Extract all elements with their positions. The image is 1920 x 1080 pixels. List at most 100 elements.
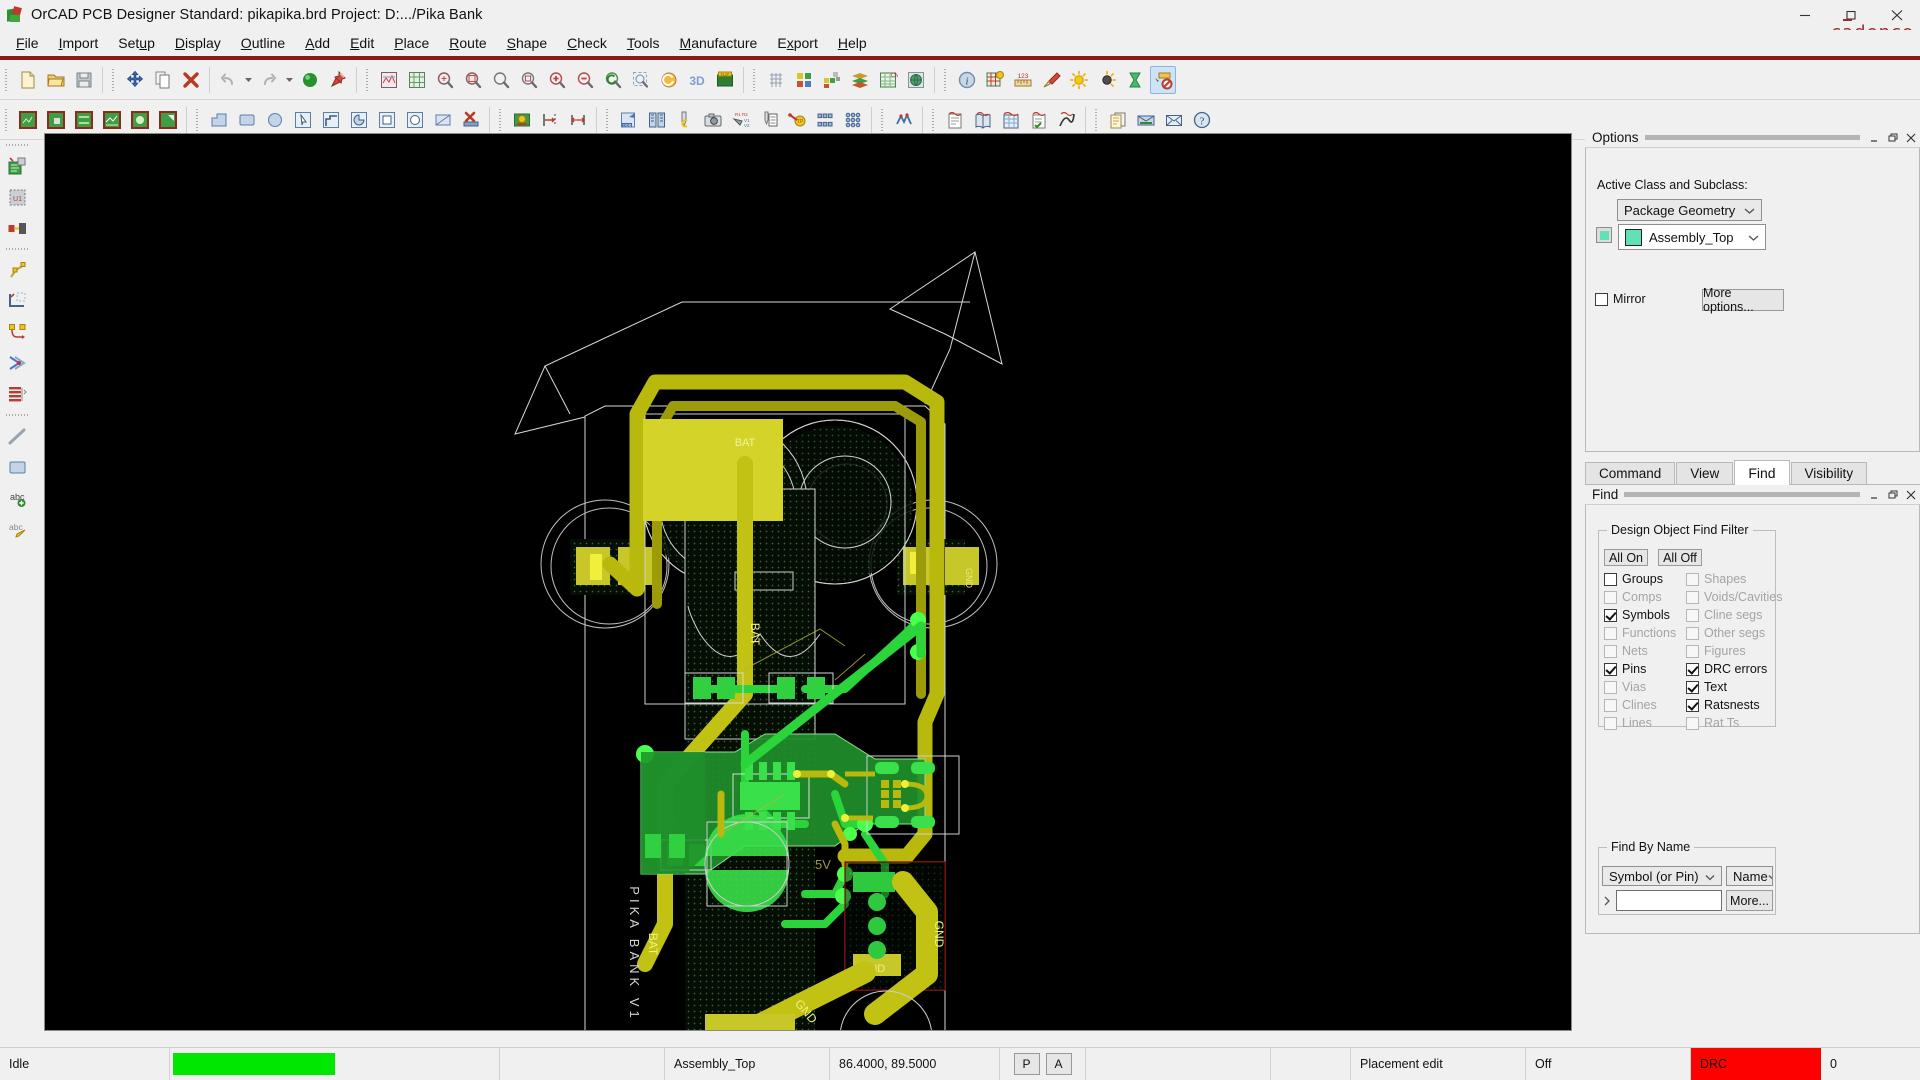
color-palette-icon[interactable] xyxy=(791,66,817,94)
find-by-name-input[interactable] xyxy=(1616,890,1722,911)
zoom-in-icon[interactable] xyxy=(544,66,570,94)
shape-compose-icon[interactable] xyxy=(318,106,344,134)
testprep-icon[interactable]: TP xyxy=(784,106,810,134)
new-file-icon[interactable] xyxy=(15,66,41,94)
active-class-combo[interactable]: Package Geometry xyxy=(1617,199,1762,221)
grid-icon[interactable] xyxy=(763,66,789,94)
zoom-world-icon[interactable] xyxy=(460,66,486,94)
file-copy-icon[interactable] xyxy=(1105,106,1131,134)
toolbar-grip[interactable] xyxy=(194,107,202,133)
spreadsheet-report-icon[interactable] xyxy=(998,106,1024,134)
open-folder-icon[interactable] xyxy=(43,66,69,94)
mirror-checkbox[interactable]: Mirror xyxy=(1595,292,1646,306)
dimension-edge-icon[interactable] xyxy=(537,106,563,134)
shape-arc-icon[interactable] xyxy=(346,106,372,134)
zoom-selection-icon[interactable] xyxy=(516,66,542,94)
pcb-swap-icon[interactable] xyxy=(71,106,97,134)
find-type-combo[interactable]: Symbol (or Pin) xyxy=(1602,866,1722,886)
menu-check[interactable]: Check xyxy=(557,32,617,54)
menu-import[interactable]: Import xyxy=(49,32,109,54)
copy-icon[interactable] xyxy=(150,66,176,94)
find-filter-lines[interactable]: Lines xyxy=(1604,716,1652,730)
minimize-icon[interactable] xyxy=(1782,0,1828,30)
route-spread-icon[interactable] xyxy=(3,379,31,410)
tab-command[interactable]: Command xyxy=(1585,462,1675,484)
signal-icon[interactable] xyxy=(1054,106,1080,134)
redo-dropdown-icon[interactable] xyxy=(283,66,296,94)
moon-icon[interactable] xyxy=(1094,66,1120,94)
find-filter-text[interactable]: Text xyxy=(1686,680,1727,694)
place-symbol-icon[interactable] xyxy=(3,151,31,182)
pin-icon[interactable] xyxy=(325,66,351,94)
component-u1-icon[interactable]: U1 xyxy=(3,182,31,213)
zoom-previous-icon[interactable] xyxy=(600,66,626,94)
edit-text-icon[interactable]: abc xyxy=(3,514,31,545)
find-field-combo[interactable]: Name xyxy=(1726,866,1773,886)
checklist-report-icon[interactable] xyxy=(1026,106,1052,134)
screenshot-icon[interactable] xyxy=(700,106,726,134)
pcb-quickplace-icon[interactable] xyxy=(43,106,69,134)
pcb-place-manual-icon[interactable] xyxy=(15,106,41,134)
toolbar-grip[interactable] xyxy=(110,67,118,93)
subclass-color-button[interactable] xyxy=(1596,227,1612,243)
measure-icon[interactable]: 123 xyxy=(1010,66,1036,94)
report-icon[interactable] xyxy=(942,106,968,134)
rectangle-icon[interactable] xyxy=(3,452,31,483)
menu-edit[interactable]: Edit xyxy=(340,32,384,54)
find-filter-cline-segs[interactable]: Cline segs xyxy=(1686,608,1762,622)
add-connect-icon[interactable] xyxy=(891,106,917,134)
pick-mode-button[interactable]: P xyxy=(1014,1053,1040,1075)
drc-indicator[interactable]: DRC xyxy=(1691,1048,1821,1080)
zoom-fit-icon[interactable] xyxy=(432,66,458,94)
find-filter-rat-ts[interactable]: Rat Ts xyxy=(1686,716,1739,730)
grid-toggle-icon[interactable] xyxy=(404,66,430,94)
mail-closed-icon[interactable] xyxy=(1161,106,1187,134)
float-icon[interactable] xyxy=(1884,130,1902,146)
db-properties-icon[interactable] xyxy=(982,66,1008,94)
menu-help[interactable]: Help xyxy=(828,32,877,54)
toolbar-grip[interactable] xyxy=(942,67,950,93)
find-filter-ratsnests[interactable]: Ratsnests xyxy=(1686,698,1760,712)
dehighlight-icon[interactable] xyxy=(297,66,323,94)
shape-circle-icon[interactable] xyxy=(262,106,288,134)
minimize-icon[interactable] xyxy=(1866,487,1884,503)
menu-place[interactable]: Place xyxy=(384,32,439,54)
mail-open-icon[interactable] xyxy=(1133,106,1159,134)
toolbar-grip[interactable] xyxy=(6,142,28,149)
redo-icon[interactable] xyxy=(256,66,282,94)
menu-display[interactable]: Display xyxy=(165,32,231,54)
zoom-out-icon[interactable] xyxy=(572,66,598,94)
drill-tool-icon[interactable] xyxy=(672,106,698,134)
color-view-icon[interactable] xyxy=(376,66,402,94)
toolbar-grip[interactable] xyxy=(497,107,505,133)
zoom-by-points-icon[interactable] xyxy=(488,66,514,94)
add-text-icon[interactable]: abc xyxy=(3,483,31,514)
odb-export-icon[interactable]: ODB xyxy=(616,106,642,134)
toolbar-grip[interactable] xyxy=(3,67,11,93)
line-icon[interactable] xyxy=(3,421,31,452)
padstack-icon[interactable] xyxy=(840,106,866,134)
menu-file[interactable]: File xyxy=(6,32,49,54)
menu-tools[interactable]: Tools xyxy=(617,32,670,54)
find-filter-groups[interactable]: Groups xyxy=(1604,572,1663,586)
add-rect-route-icon[interactable] xyxy=(3,286,31,317)
find-filter-clines[interactable]: Clines xyxy=(1604,698,1657,712)
zoom-center-icon[interactable] xyxy=(628,66,654,94)
flip-design-icon[interactable]: FLIP xyxy=(712,66,738,94)
refresh-icon[interactable] xyxy=(656,66,682,94)
shape-polygon-icon[interactable] xyxy=(206,106,232,134)
menu-outline[interactable]: Outline xyxy=(231,32,295,54)
pcb-autoplace-icon[interactable] xyxy=(99,106,125,134)
minimize-icon[interactable] xyxy=(1866,130,1884,146)
swap-component-icon[interactable] xyxy=(3,213,31,244)
highlight-brush-icon[interactable] xyxy=(1038,66,1064,94)
find-filter-other-segs[interactable]: Other segs xyxy=(1686,626,1765,640)
menu-setup[interactable]: Setup xyxy=(108,32,165,54)
ref-des-icon[interactable]: R1 R2V1V2 xyxy=(728,106,754,134)
delete-icon[interactable] xyxy=(178,66,204,94)
toolbar-grip[interactable] xyxy=(6,246,28,253)
save-icon[interactable] xyxy=(71,66,97,94)
find-filter-symbols[interactable]: Symbols xyxy=(1604,608,1670,622)
drill-table-icon[interactable] xyxy=(756,106,782,134)
chevron-right-icon[interactable] xyxy=(1602,891,1612,911)
